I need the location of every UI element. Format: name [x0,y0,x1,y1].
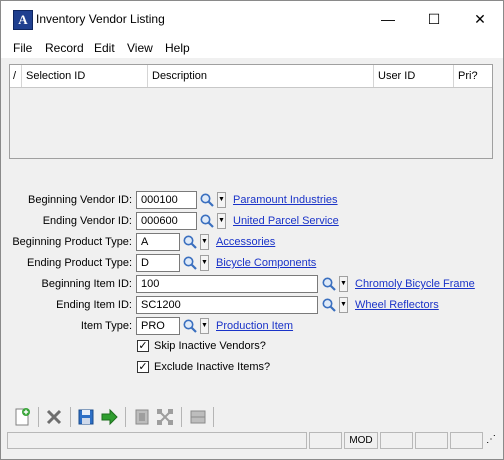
toolbar [1,403,503,429]
status-cell [380,432,413,449]
search-icon[interactable] [182,234,198,250]
beginning-product-type-label: Beginning Product Type: [12,236,132,248]
menu-view[interactable]: View [127,41,153,55]
window-title: Inventory Vendor Listing [36,12,165,26]
beginning-vendor-link[interactable]: Paramount Industries [233,194,338,206]
column-header-pri[interactable]: Pri? [454,65,492,87]
exclude-inactive-items-label: Exclude Inactive Items? [154,361,271,373]
toolbar-separator [213,407,214,427]
search-icon[interactable] [199,192,215,208]
search-icon[interactable] [182,255,198,271]
save-icon[interactable] [75,406,97,428]
status-message [7,432,307,449]
beginning-product-type-input[interactable]: A [136,233,180,251]
column-header-description[interactable]: Description [148,65,374,87]
menu-edit[interactable]: Edit [94,41,115,55]
move-icon[interactable] [154,406,176,428]
list-icon[interactable] [187,406,209,428]
ending-item-input[interactable]: SC1200 [136,296,318,314]
chevron-down-icon[interactable]: ▼ [339,276,348,292]
menu-record[interactable]: Record [45,41,84,55]
skip-inactive-vendors-checkbox[interactable]: ✓ [137,340,149,352]
menu-help[interactable]: Help [165,41,190,55]
delete-icon[interactable] [43,406,65,428]
selection-grid[interactable]: / Selection ID Description User ID Pri? [9,64,493,159]
ending-vendor-link[interactable]: United Parcel Service [233,215,339,227]
item-type-label: Item Type: [80,320,132,332]
app-window: A Inventory Vendor Listing — ☐ ✕ File Re… [0,0,504,460]
toolbar-separator [38,407,39,427]
grid-header: / Selection ID Description User ID Pri? [10,65,492,88]
status-bar: MOD ⋰ [7,432,497,450]
beginning-vendor-input[interactable]: 000100 [136,191,197,209]
menu-bar: File Record Edit View Help [1,37,503,58]
chevron-down-icon[interactable]: ▼ [217,213,226,229]
ending-vendor-label: Ending Vendor ID: [42,215,132,227]
beginning-vendor-label: Beginning Vendor ID: [28,194,132,206]
chevron-down-icon[interactable]: ▼ [217,192,226,208]
exclude-inactive-items-checkbox[interactable]: ✓ [137,361,149,373]
go-icon[interactable] [98,406,120,428]
search-icon[interactable] [321,276,337,292]
ending-product-type-label: Ending Product Type: [27,257,132,269]
toolbar-separator [181,407,182,427]
copy-icon[interactable] [131,406,153,428]
beginning-item-label: Beginning Item ID: [41,278,133,290]
beginning-product-type-link[interactable]: Accessories [216,236,275,248]
sort-indicator: / [10,65,22,87]
ending-vendor-input[interactable]: 000600 [136,212,197,230]
status-cell [415,432,448,449]
toolbar-separator [125,407,126,427]
chevron-down-icon[interactable]: ▼ [339,297,348,313]
status-mode: MOD [344,432,378,449]
column-header-user-id[interactable]: User ID [374,65,454,87]
search-icon[interactable] [321,297,337,313]
ending-item-link[interactable]: Wheel Reflectors [355,299,439,311]
title-bar: A Inventory Vendor Listing — ☐ ✕ [1,1,503,37]
status-cell [450,432,483,449]
ending-product-type-input[interactable]: D [136,254,180,272]
menu-file[interactable]: File [13,41,32,55]
beginning-item-link[interactable]: Chromoly Bicycle Frame [355,278,475,290]
new-icon[interactable] [11,406,33,428]
item-type-input[interactable]: PRO [136,317,180,335]
close-button[interactable]: ✕ [457,1,503,37]
app-logo-icon: A [13,10,33,30]
item-type-link[interactable]: Production Item [216,320,293,332]
status-cell [309,432,342,449]
chevron-down-icon[interactable]: ▼ [200,255,209,271]
search-icon[interactable] [182,318,198,334]
toolbar-separator [70,407,71,427]
skip-inactive-vendors-label: Skip Inactive Vendors? [154,340,266,352]
chevron-down-icon[interactable]: ▼ [200,318,209,334]
beginning-item-input[interactable]: 100 [136,275,318,293]
minimize-button[interactable]: — [365,1,411,37]
maximize-button[interactable]: ☐ [411,1,457,37]
chevron-down-icon[interactable]: ▼ [200,234,209,250]
search-icon[interactable] [199,213,215,229]
ending-item-label: Ending Item ID: [56,299,132,311]
column-header-selection-id[interactable]: Selection ID [22,65,148,87]
ending-product-type-link[interactable]: Bicycle Components [216,257,316,269]
resize-grip-icon[interactable]: ⋰ [485,432,497,449]
